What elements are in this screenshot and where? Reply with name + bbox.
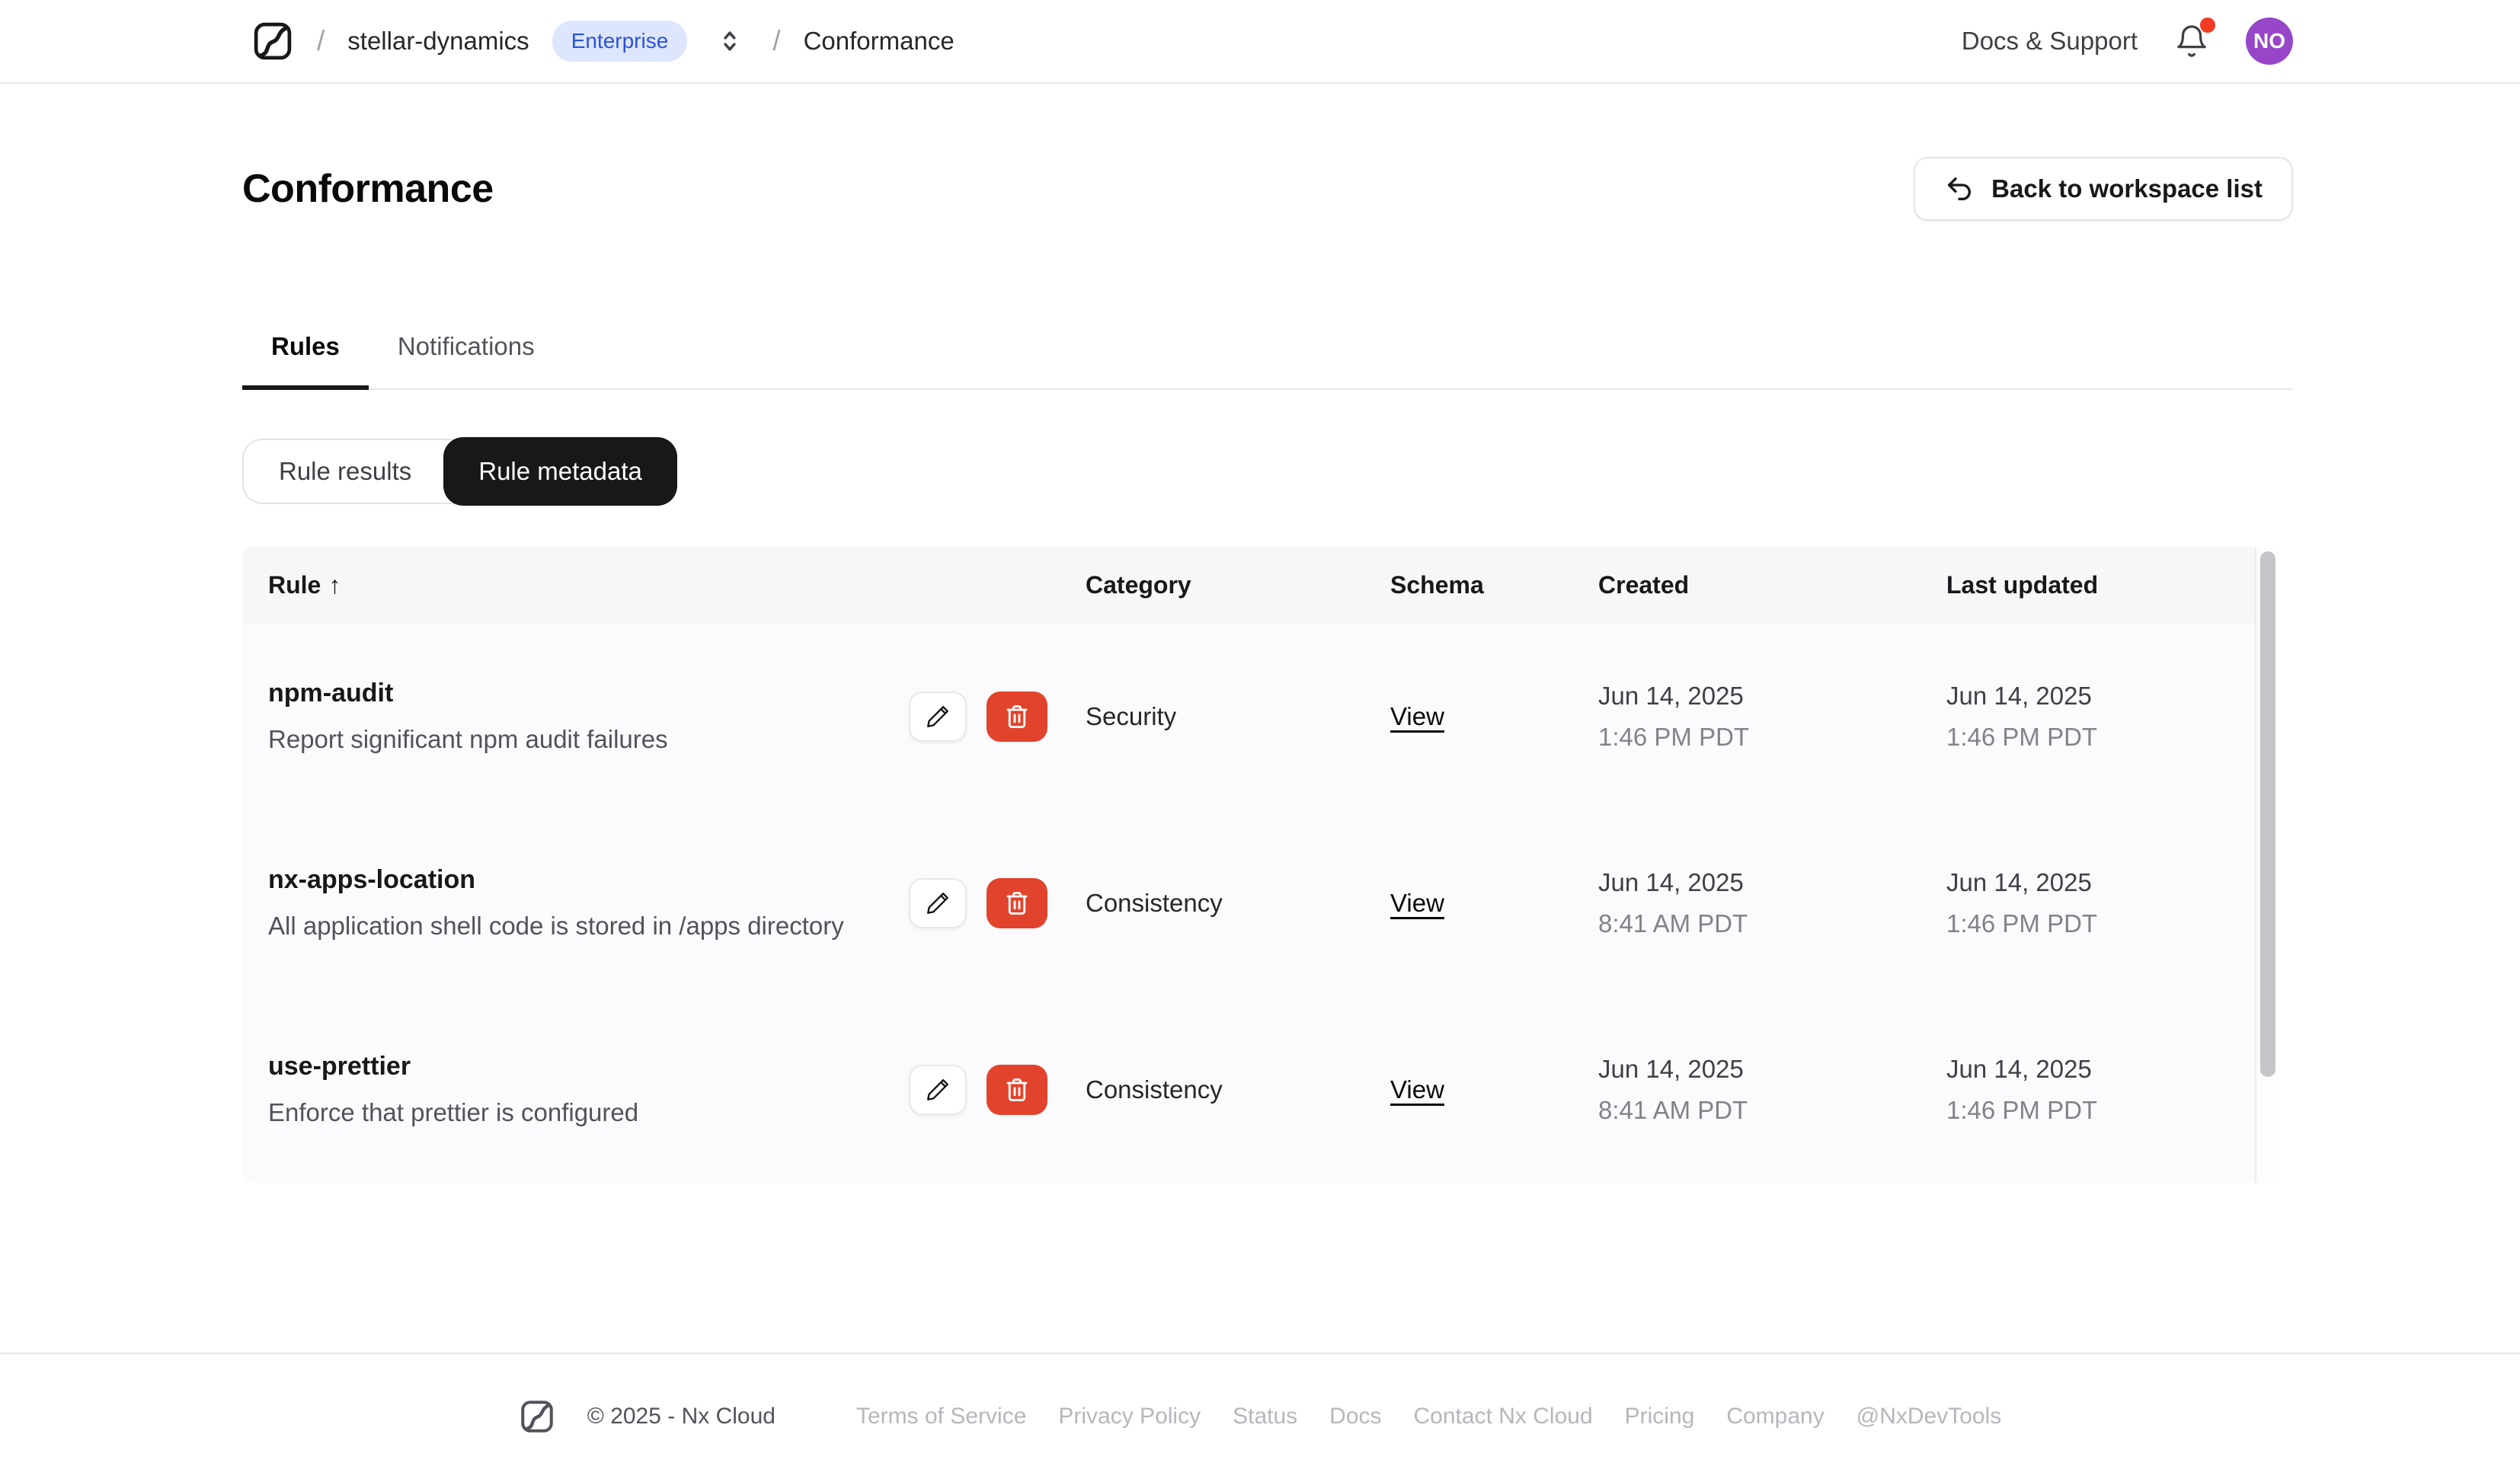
column-header-category[interactable]: Category	[1086, 571, 1390, 599]
created-time: 8:41 AM PDT	[1598, 909, 1748, 938]
docs-support-link[interactable]: Docs & Support	[1962, 27, 2138, 56]
footer-link-privacy[interactable]: Privacy Policy	[1058, 1404, 1201, 1429]
schema-view-link[interactable]: View	[1390, 1075, 1444, 1104]
rule-category: Consistency	[1086, 1075, 1223, 1104]
breadcrumb: / stellar-dynamics Enterprise / Conforma…	[251, 20, 955, 62]
top-nav: / stellar-dynamics Enterprise / Conforma…	[0, 0, 2520, 84]
column-header-schema[interactable]: Schema	[1390, 571, 1598, 599]
tab-rules[interactable]: Rules	[242, 327, 369, 390]
toggle-rule-metadata[interactable]: Rule metadata	[443, 437, 677, 506]
column-header-created[interactable]: Created	[1598, 571, 1946, 599]
rule-name: npm-audit	[268, 679, 394, 708]
column-label: Rule	[268, 570, 321, 599]
edit-rule-button[interactable]	[909, 877, 967, 928]
nav-right: Docs & Support NO	[1962, 18, 2293, 65]
table-scrollbar[interactable]	[2255, 547, 2279, 1183]
rule-category: Consistency	[1086, 888, 1223, 917]
chevron-up-down-icon	[715, 26, 745, 56]
nx-cloud-footer-logo-icon	[519, 1398, 555, 1435]
footer-link-company[interactable]: Company	[1726, 1404, 1824, 1429]
footer-link-pricing[interactable]: Pricing	[1625, 1404, 1695, 1429]
breadcrumb-workspace[interactable]: stellar-dynamics	[347, 27, 529, 56]
main-content: Conformance Back to workspace list Rules…	[242, 157, 2293, 1183]
notification-dot	[2200, 18, 2215, 33]
breadcrumb-separator: /	[772, 25, 781, 56]
created-date: Jun 14, 2025	[1598, 1054, 1744, 1083]
footer-link-contact[interactable]: Contact Nx Cloud	[1414, 1404, 1593, 1429]
trash-icon	[1003, 890, 1031, 917]
back-to-workspace-list-button[interactable]: Back to workspace list	[1914, 157, 2293, 221]
schema-view-link[interactable]: View	[1390, 889, 1444, 917]
copyright: © 2025 - Nx Cloud	[587, 1404, 776, 1429]
rule-metadata-table: Rule ↑ Category Schema Created Last updat…	[242, 547, 2279, 1183]
footer-link-docs[interactable]: Docs	[1329, 1404, 1381, 1429]
tab-notifications[interactable]: Notifications	[369, 327, 564, 388]
rule-name: use-prettier	[268, 1052, 411, 1081]
schema-view-link[interactable]: View	[1390, 702, 1444, 730]
column-header-rule[interactable]: Rule ↑	[268, 571, 1086, 599]
table-header-row: Rule ↑ Category Schema Created Last updat…	[242, 547, 2279, 623]
sort-ascending-icon: ↑	[328, 570, 341, 599]
rule-name: nx-apps-location	[268, 865, 476, 894]
enterprise-badge: Enterprise	[552, 21, 688, 62]
rule-view-toggle: Rule results Rule metadata	[242, 437, 677, 506]
footer-link-status[interactable]: Status	[1233, 1404, 1297, 1429]
back-button-label: Back to workspace list	[1991, 174, 2263, 203]
rule-description: Enforce that prettier is configured	[268, 1098, 639, 1126]
edit-rule-button[interactable]	[909, 1064, 967, 1115]
tab-bar: Rules Notifications	[242, 327, 2293, 390]
updated-date: Jun 14, 2025	[1946, 681, 2092, 710]
scrollbar-thumb[interactable]	[2260, 551, 2275, 1077]
updated-date: Jun 14, 2025	[1946, 1054, 2092, 1083]
footer-links: Terms of Service Privacy Policy Status D…	[856, 1404, 2001, 1429]
pencil-icon	[925, 890, 951, 916]
column-header-last-updated[interactable]: Last updated	[1946, 571, 2231, 599]
notifications-button[interactable]	[2174, 18, 2215, 60]
rule-description: Report significant npm audit failures	[268, 725, 668, 753]
breadcrumb-page: Conformance	[803, 27, 955, 55]
footer: © 2025 - Nx Cloud Terms of Service Priva…	[0, 1353, 2520, 1479]
updated-time: 1:46 PM PDT	[1946, 1095, 2098, 1124]
delete-rule-button[interactable]	[987, 1064, 1047, 1115]
edit-rule-button[interactable]	[909, 691, 967, 742]
toggle-rule-results[interactable]: Rule results	[242, 439, 458, 504]
footer-link-nxdevtools[interactable]: @NxDevTools	[1856, 1404, 2002, 1429]
delete-rule-button[interactable]	[987, 691, 1047, 742]
table-row: use-prettier Enforce that prettier is co…	[242, 996, 2279, 1183]
pencil-icon	[925, 1077, 951, 1103]
page-title: Conformance	[242, 167, 494, 211]
trash-icon	[1003, 703, 1031, 730]
updated-time: 1:46 PM PDT	[1946, 722, 2098, 751]
footer-link-terms[interactable]: Terms of Service	[856, 1404, 1026, 1429]
pencil-icon	[925, 704, 951, 730]
nx-cloud-logo-icon[interactable]	[251, 20, 294, 62]
created-date: Jun 14, 2025	[1598, 867, 1744, 896]
trash-icon	[1003, 1076, 1031, 1104]
rule-description: All application shell code is stored in …	[268, 912, 844, 940]
created-time: 8:41 AM PDT	[1598, 1095, 1748, 1124]
updated-time: 1:46 PM PDT	[1946, 909, 2098, 938]
avatar[interactable]: NO	[2246, 18, 2293, 65]
breadcrumb-separator: /	[317, 25, 325, 56]
updated-date: Jun 14, 2025	[1946, 867, 2092, 896]
table-row: nx-apps-location All application shell c…	[242, 810, 2279, 996]
undo-arrow-icon	[1944, 174, 1975, 204]
workspace-switcher-button[interactable]	[715, 26, 745, 56]
created-time: 1:46 PM PDT	[1598, 722, 1750, 751]
table-row: npm-audit Report significant npm audit f…	[242, 623, 2279, 810]
delete-rule-button[interactable]	[987, 877, 1047, 928]
created-date: Jun 14, 2025	[1598, 681, 1744, 710]
rule-category: Security	[1086, 701, 1177, 730]
